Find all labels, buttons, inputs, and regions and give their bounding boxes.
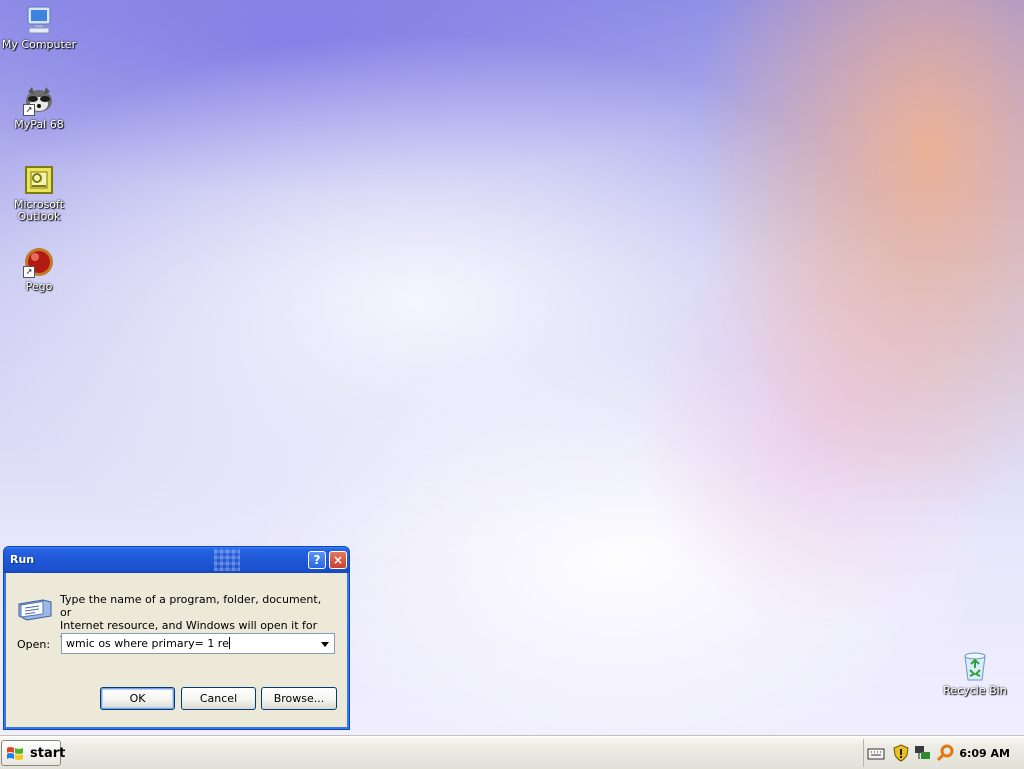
keyboard-icon[interactable] bbox=[867, 744, 885, 762]
browse-button[interactable]: Browse... bbox=[261, 687, 337, 710]
open-combobox[interactable]: wmic os where primary= 1 re bbox=[61, 633, 335, 654]
close-button[interactable]: × bbox=[329, 551, 347, 569]
desktop-icon-label: Recycle Bin bbox=[943, 684, 1007, 697]
search-icon[interactable] bbox=[936, 744, 954, 762]
security-shield-icon[interactable] bbox=[892, 744, 910, 762]
shortcut-arrow-icon: ↗ bbox=[23, 104, 35, 116]
recycle-bin-icon bbox=[959, 650, 991, 682]
title-bar-texture bbox=[214, 549, 240, 571]
desktop-icon-recycle-bin[interactable]: Recycle Bin bbox=[937, 650, 1013, 697]
taskbar: start 6:09 AM bbox=[0, 736, 1024, 769]
help-button[interactable]: ? bbox=[308, 551, 326, 569]
open-input-value[interactable]: wmic os where primary= 1 re bbox=[66, 637, 230, 650]
dropdown-button[interactable] bbox=[318, 635, 333, 652]
cancel-button[interactable]: Cancel bbox=[181, 687, 256, 710]
ok-button[interactable]: OK bbox=[100, 687, 175, 710]
run-dialog: Run ? × Type the name of a program, fold… bbox=[3, 546, 350, 730]
network-icon[interactable] bbox=[914, 744, 932, 762]
window-title: Run bbox=[10, 553, 35, 566]
computer-icon bbox=[23, 4, 55, 36]
desktop-icon-label: Pego bbox=[25, 280, 53, 293]
shortcut-arrow-icon: ↗ bbox=[23, 266, 35, 278]
desktop-icon-pego[interactable]: ↗ Pego bbox=[1, 246, 77, 293]
instructions-line: Type the name of a program, folder, docu… bbox=[60, 593, 322, 619]
raccoon-browser-icon: ↗ bbox=[23, 84, 55, 116]
windows-flag-icon bbox=[6, 745, 24, 763]
title-bar[interactable]: Run ? × bbox=[4, 547, 349, 573]
desktop-icon-label: MyPal 68 bbox=[14, 118, 64, 131]
chevron-down-icon bbox=[321, 642, 329, 647]
desktop-icon-my-computer[interactable]: My Computer bbox=[1, 4, 77, 51]
run-icon bbox=[17, 594, 53, 622]
desktop-icon-mypal[interactable]: ↗ MyPal 68 bbox=[1, 84, 77, 131]
desktop-icon-label: Outlook bbox=[17, 210, 61, 223]
open-input-text: wmic os where primary= 1 re bbox=[66, 637, 229, 650]
start-label: start bbox=[30, 746, 66, 761]
clock: 6:09 AM bbox=[959, 747, 1010, 760]
desktop-icon-label: My Computer bbox=[1, 38, 77, 51]
start-button[interactable]: start bbox=[1, 740, 65, 766]
desktop-icon-microsoft-outlook[interactable]: Microsoft Outlook bbox=[1, 164, 77, 223]
system-tray: 6:09 AM bbox=[863, 739, 1024, 767]
pego-ball-icon: ↗ bbox=[23, 246, 55, 278]
outlook-icon bbox=[23, 164, 55, 196]
open-label: Open: bbox=[17, 638, 51, 651]
text-caret bbox=[228, 637, 230, 649]
